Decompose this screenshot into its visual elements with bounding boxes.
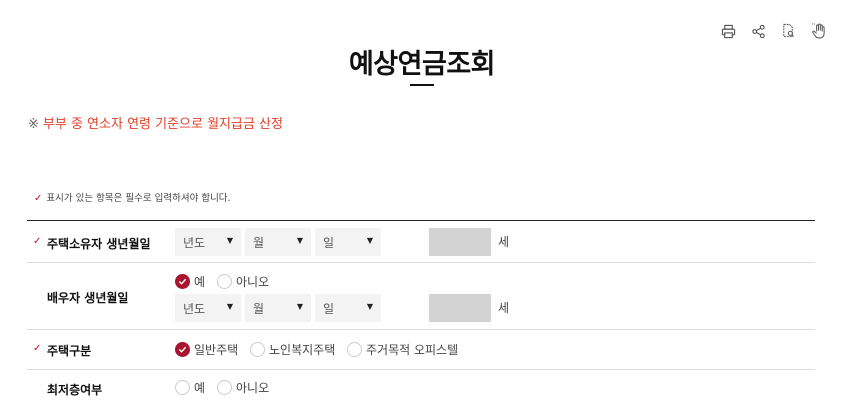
owner-birth-label: ✓ 주택소유자 생년월일 <box>33 235 151 252</box>
spouse-day-select[interactable]: 일 ▼ <box>315 294 381 322</box>
hand-pointer-icon[interactable] <box>810 22 826 40</box>
house-type-general-label: 일반주택 <box>194 343 239 357</box>
house-type-senior-label: 노인복지주택 <box>269 343 336 357</box>
title-underline <box>410 84 434 86</box>
lowest-floor-yes-label: 예 <box>194 381 206 395</box>
spouse-no-label: 아니오 <box>236 275 270 289</box>
required-note: ✓ 표시가 있는 항목은 필수로 입력하셔야 합니다. <box>34 190 231 204</box>
dropdown-arrow-icon: ▼ <box>296 302 303 311</box>
spouse-year-select[interactable]: 년도 ▼ <box>175 294 241 322</box>
radio-circle-icon <box>347 342 362 357</box>
owner-year-select[interactable]: 년도 ▼ <box>175 228 241 256</box>
lowest-floor-yes-radio[interactable]: 예 <box>175 379 205 396</box>
house-type-officetel-label: 주거목적 오피스텔 <box>366 343 459 357</box>
dropdown-arrow-icon: ▼ <box>226 236 233 245</box>
row-house-type: ✓ 주택구분 일반주택 노인복지주택 주거목적 오피스텔 <box>27 330 815 370</box>
owner-month-value: 월 <box>253 236 265 250</box>
house-type-officetel-radio[interactable]: 주거목적 오피스텔 <box>347 341 458 358</box>
checked-radio-icon <box>175 342 190 357</box>
dropdown-arrow-icon: ▼ <box>226 302 233 311</box>
row-owner-birth: ✓ 주택소유자 생년월일 년도 ▼ 월 ▼ 일 ▼ 세 <box>27 221 815 263</box>
owner-day-value: 일 <box>323 236 335 250</box>
share-icon[interactable] <box>750 22 766 40</box>
lowest-floor-no-label: 아니오 <box>236 381 270 395</box>
spouse-birth-label: 배우자 생년월일 <box>47 291 129 305</box>
spouse-year-value: 년도 <box>183 302 206 316</box>
owner-year-value: 년도 <box>183 236 206 250</box>
notice-text: ※ 부부 중 연소자 연령 기준으로 월지급금 산정 <box>28 113 283 132</box>
house-type-senior-radio[interactable]: 노인복지주택 <box>250 341 335 358</box>
print-icon[interactable] <box>720 22 736 40</box>
lowest-floor-no-radio[interactable]: 아니오 <box>217 379 269 396</box>
row-spouse-birth: 배우자 생년월일 예 아니오 년도 ▼ 월 ▼ 일 ▼ 세 <box>27 263 815 330</box>
radio-circle-icon <box>175 380 190 395</box>
spouse-age-unit: 세 <box>498 301 510 315</box>
required-note-text: 표시가 있는 항목은 필수로 입력하셔야 합니다. <box>46 193 231 204</box>
spouse-day-value: 일 <box>323 302 335 316</box>
owner-birth-label-text: 주택소유자 생년월일 <box>47 237 151 251</box>
required-check-icon: ✓ <box>33 236 42 247</box>
spouse-age-field <box>429 294 491 322</box>
radio-circle-icon <box>217 274 232 289</box>
owner-age-unit: 세 <box>498 235 510 249</box>
dropdown-arrow-icon: ▼ <box>366 236 373 245</box>
spouse-month-select[interactable]: 월 ▼ <box>245 294 311 322</box>
radio-circle-icon <box>250 342 265 357</box>
spouse-month-value: 월 <box>253 302 265 316</box>
tool-icons <box>720 22 826 40</box>
required-check-icon: ✓ <box>33 343 42 354</box>
house-type-label: ✓ 주택구분 <box>33 342 92 359</box>
spouse-yes-radio[interactable]: 예 <box>175 273 205 290</box>
house-type-label-text: 주택구분 <box>47 344 92 358</box>
page-title: 예상연금조회 <box>348 49 496 80</box>
notice-message: 부부 중 연소자 연령 기준으로 월지급금 산정 <box>42 117 283 132</box>
owner-month-select[interactable]: 월 ▼ <box>245 228 311 256</box>
notice-mark: ※ <box>28 117 39 132</box>
checked-radio-icon <box>175 274 190 289</box>
radio-circle-icon <box>217 380 232 395</box>
dropdown-arrow-icon: ▼ <box>296 236 303 245</box>
document-search-icon[interactable] <box>780 22 796 40</box>
required-check-icon: ✓ <box>34 193 43 204</box>
dropdown-arrow-icon: ▼ <box>366 302 373 311</box>
lowest-floor-label: 최저층여부 <box>47 383 103 397</box>
owner-day-select[interactable]: 일 ▼ <box>315 228 381 256</box>
row-lowest-floor: 최저층여부 예 아니오 <box>27 370 815 410</box>
spouse-no-radio[interactable]: 아니오 <box>217 273 269 290</box>
spouse-yes-label: 예 <box>194 275 206 289</box>
owner-age-field <box>429 228 491 256</box>
form-table: ✓ 주택소유자 생년월일 년도 ▼ 월 ▼ 일 ▼ 세 배우자 생년월일 예 아니오 년… <box>27 220 815 410</box>
house-type-general-radio[interactable]: 일반주택 <box>175 341 238 358</box>
